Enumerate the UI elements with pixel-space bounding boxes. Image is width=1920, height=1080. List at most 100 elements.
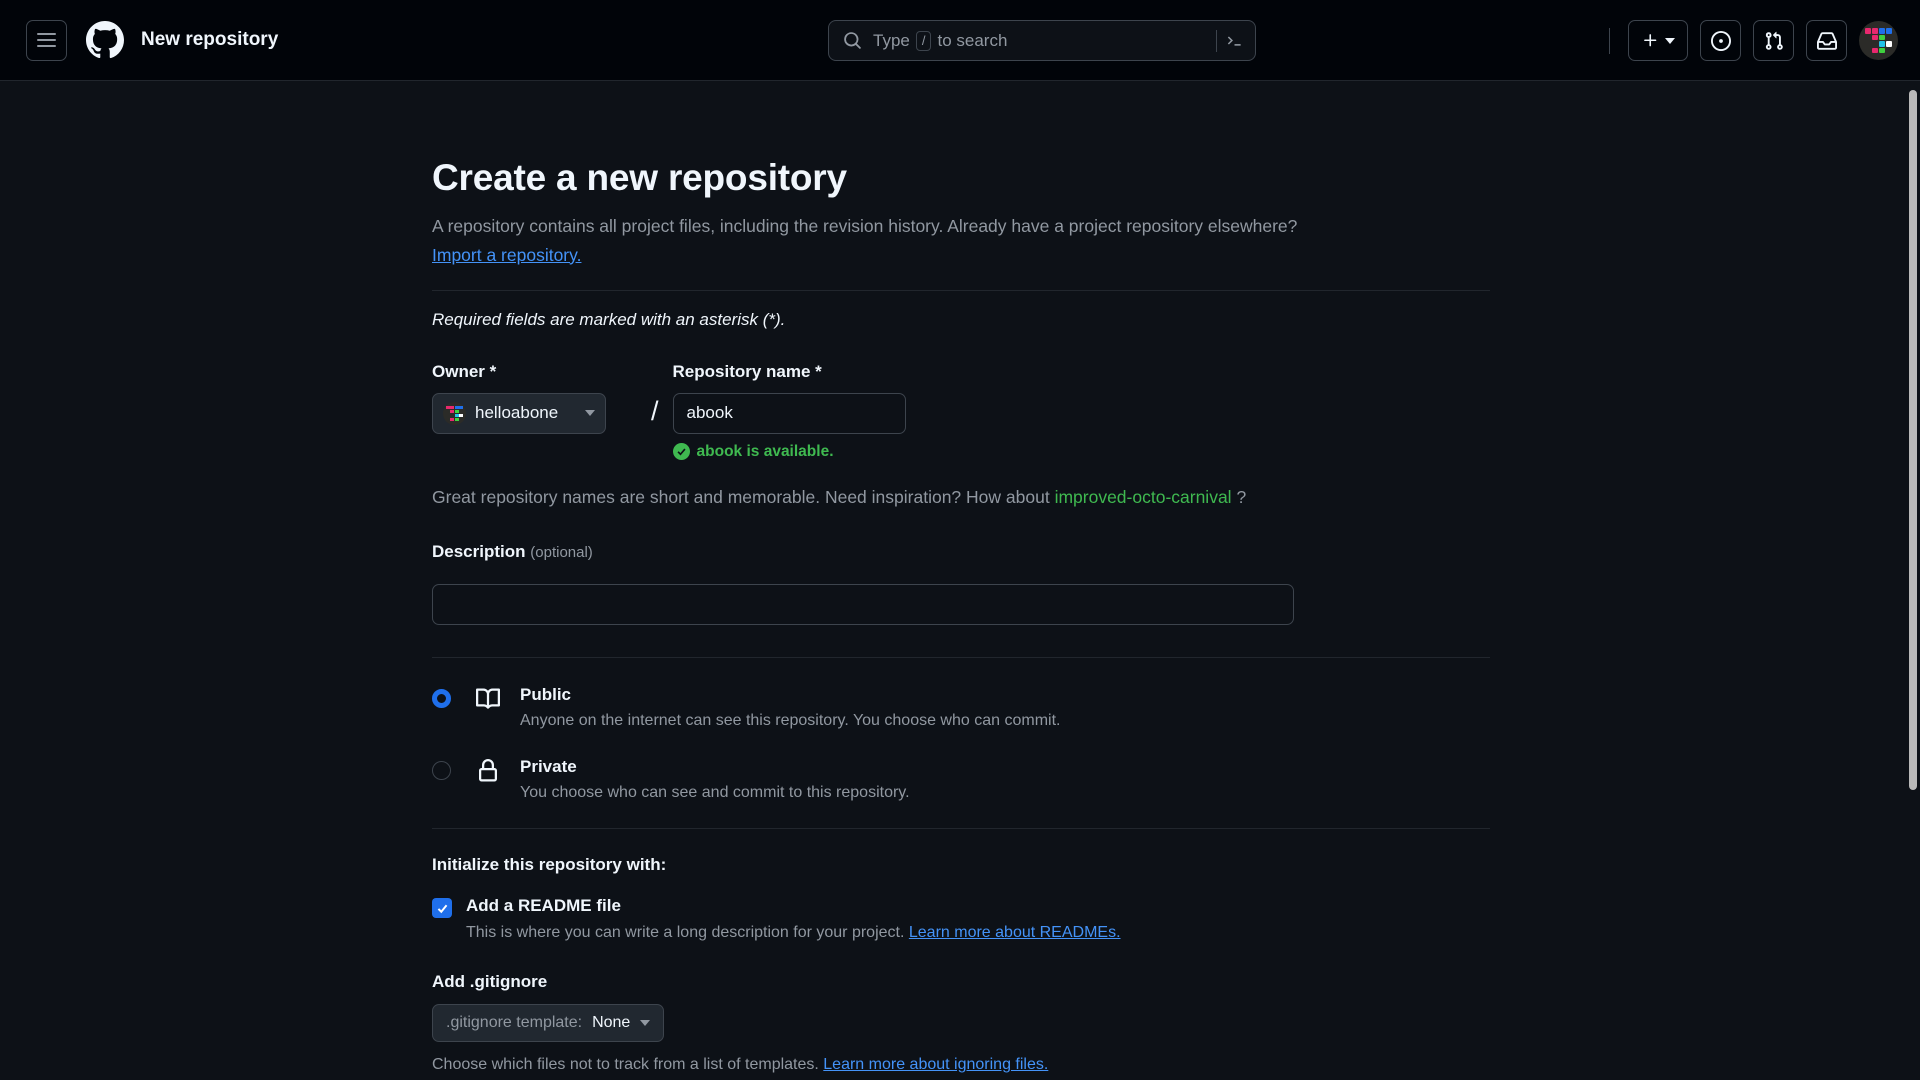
- pull-request-icon[interactable]: [1753, 20, 1794, 61]
- hamburger-bar: [37, 33, 56, 35]
- visibility-public-title: Public: [520, 684, 572, 704]
- divider: [432, 828, 1490, 830]
- readme-description-text: This is where you can write a long descr…: [466, 924, 905, 942]
- visibility-options: Public Anyone on the internet can see th…: [432, 684, 1490, 802]
- avatar-pixel: [1886, 28, 1892, 34]
- owner-select[interactable]: helloabone: [432, 392, 606, 434]
- avatar-pixel: [1865, 35, 1871, 41]
- search-placeholder-suffix: to search: [937, 30, 1008, 50]
- page-title: New repository: [141, 29, 279, 50]
- avatar-pixel: [1886, 35, 1892, 41]
- main-content: Create a new repository A repository con…: [0, 82, 1906, 1080]
- owner-avatar-icon: [443, 401, 466, 425]
- create-new-button[interactable]: [1628, 20, 1688, 61]
- visibility-private-text: Private You choose who can see and commi…: [520, 756, 910, 802]
- availability-text: abook is available.: [696, 442, 834, 460]
- terminal-icon[interactable]: [1217, 24, 1251, 58]
- readme-option[interactable]: Add a README file This is where you can …: [432, 896, 1490, 942]
- lock-icon: [476, 758, 501, 783]
- readme-texts: Add a README file This is where you can …: [466, 896, 1121, 942]
- readme-description: This is where you can write a long descr…: [466, 924, 1121, 942]
- issues-icon[interactable]: [1700, 20, 1741, 61]
- gitignore-select-value: None: [592, 1014, 631, 1032]
- import-repository-link[interactable]: Import a repository.: [432, 242, 581, 268]
- form-heading: Create a new repository: [432, 157, 847, 198]
- search-key-hint: /: [915, 30, 932, 51]
- avatar-pixel: [1879, 28, 1885, 34]
- github-logo-icon[interactable]: [86, 21, 124, 59]
- scrollbar-thumb[interactable]: [1909, 90, 1917, 790]
- form-intro: A repository contains all project files,…: [432, 213, 1490, 268]
- avatar-pixel: [1879, 41, 1885, 47]
- header-divider: [1609, 27, 1610, 54]
- divider: [432, 656, 1490, 658]
- gitignore-select-label: .gitignore template:: [446, 1014, 583, 1032]
- availability-message: abook is available.: [672, 442, 923, 461]
- search-input[interactable]: Type / to search: [828, 20, 1256, 61]
- readme-learn-more-link[interactable]: Learn more about READMEs.: [909, 924, 1121, 941]
- chevron-down-icon: [640, 1020, 651, 1027]
- owner-value: helloabone: [475, 403, 559, 423]
- avatar-pixel: [1865, 28, 1871, 34]
- global-header: New repository Type / to search: [0, 0, 1920, 81]
- avatar-pixel: [1886, 48, 1892, 54]
- gitignore-learn-more-link[interactable]: Learn more about ignoring files.: [823, 1056, 1048, 1073]
- name-suggestion: Great repository names are short and mem…: [432, 487, 1490, 508]
- avatar-pixel: [1879, 34, 1885, 40]
- description-label: Description (optional): [432, 542, 1490, 562]
- suggested-repo-name[interactable]: improved-octo-carnival: [1055, 487, 1232, 507]
- page-scrollbar[interactable]: [1906, 82, 1920, 1080]
- initialize-heading: Initialize this repository with:: [432, 855, 667, 875]
- description-label-text: Description: [432, 541, 526, 561]
- gitignore-template-select[interactable]: .gitignore template: None: [432, 1004, 665, 1043]
- hamburger-bar: [37, 45, 56, 47]
- check-circle-icon: [672, 443, 690, 461]
- visibility-option-public[interactable]: Public Anyone on the internet can see th…: [432, 684, 1490, 730]
- visibility-option-private[interactable]: Private You choose who can see and commi…: [432, 756, 1490, 802]
- chevron-down-icon: [1664, 37, 1675, 44]
- suggestion-prefix: Great repository names are short and mem…: [432, 486, 1050, 507]
- visibility-public-description: Anyone on the internet can see this repo…: [520, 711, 1061, 729]
- repo-name-label: Repository name *: [672, 361, 822, 381]
- search-icon: [843, 31, 862, 50]
- radio-public[interactable]: [432, 688, 451, 708]
- visibility-public-text: Public Anyone on the internet can see th…: [520, 684, 1060, 730]
- user-avatar[interactable]: [1859, 21, 1898, 60]
- form-intro-text: A repository contains all project files,…: [432, 216, 1298, 237]
- avatar-pixel: [1872, 34, 1878, 40]
- hamburger-bar: [37, 39, 56, 41]
- readme-checkbox[interactable]: [432, 898, 452, 919]
- search-placeholder-prefix: Type: [873, 30, 910, 50]
- radio-private[interactable]: [432, 760, 451, 780]
- path-separator: /: [651, 395, 659, 426]
- description-optional-tag: (optional): [530, 543, 593, 561]
- hamburger-icon[interactable]: [26, 19, 67, 61]
- repo-name-field-group: Repository name * abook is available.: [672, 361, 923, 461]
- avatar-pixel: [1872, 28, 1878, 34]
- search-container: Type / to search: [828, 20, 1256, 61]
- owner-label: Owner *: [432, 361, 497, 381]
- avatar-pixel: [1865, 41, 1871, 47]
- new-repository-form: Create a new repository A repository con…: [432, 82, 1490, 1074]
- chevron-down-icon: [585, 410, 595, 417]
- search-placeholder: Type / to search: [873, 30, 1216, 51]
- owner-repo-row: Owner * helloabone / Repository name * a…: [432, 362, 1490, 461]
- avatar-pixel: [1886, 41, 1892, 47]
- avatar-pixel: [1872, 47, 1878, 53]
- owner-field-group: Owner * helloabone: [432, 362, 637, 434]
- gitignore-heading: Add .gitignore: [432, 972, 548, 992]
- avatar-pixel: [1879, 47, 1885, 53]
- repo-book-icon: [476, 687, 501, 711]
- avatar-pixel: [1865, 48, 1871, 54]
- visibility-private-title: Private: [520, 756, 577, 776]
- inbox-icon[interactable]: [1806, 20, 1847, 61]
- header-actions: [1603, 0, 1898, 81]
- description-field-group: Description (optional): [432, 542, 1490, 625]
- gitignore-description: Choose which files not to track from a l…: [432, 1056, 1490, 1074]
- gitignore-section: Add .gitignore .gitignore template: None…: [432, 972, 1490, 1074]
- repo-name-input[interactable]: [672, 392, 906, 434]
- description-input[interactable]: [432, 583, 1294, 625]
- required-fields-note: Required fields are marked with an aster…: [432, 309, 786, 329]
- initialize-section: Initialize this repository with: Add a R…: [432, 855, 1490, 942]
- suggestion-suffix: ?: [1236, 486, 1247, 507]
